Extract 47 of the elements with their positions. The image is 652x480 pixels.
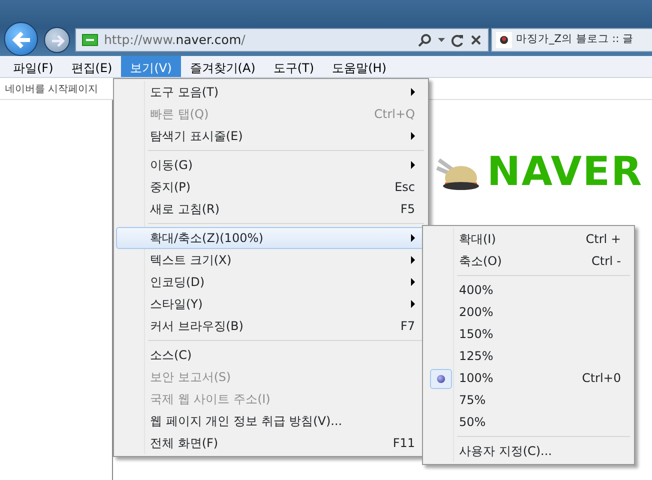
search-icon[interactable] [418, 33, 432, 47]
menu-item[interactable]: 커서 브라우징(B) F7 [116, 315, 426, 337]
menu-item[interactable]: 새로 고침(R) F5 [116, 198, 426, 220]
address-bar[interactable]: http://www.naver.com/ [75, 28, 489, 52]
menu-item[interactable]: 텍스트 크기(X) [116, 249, 426, 271]
menu-item[interactable]: 100% Ctrl+0 [425, 367, 632, 389]
menu-item[interactable]: 400% [425, 279, 632, 301]
forward-button[interactable] [44, 27, 70, 53]
submenu-arrow-icon [411, 300, 415, 308]
submenu-arrow-icon [411, 161, 415, 169]
menu-item[interactable]: 파일(F) [4, 56, 62, 77]
menu-item[interactable]: 50% [425, 411, 632, 433]
menu-item[interactable]: 확대(I) Ctrl + [425, 228, 632, 250]
favicon-icon [496, 32, 512, 48]
close-icon[interactable] [470, 34, 482, 46]
menu-item[interactable]: 200% [425, 301, 632, 323]
submenu-arrow-icon [411, 256, 415, 264]
menu-item[interactable]: 중지(P) Esc [116, 176, 426, 198]
menu-item[interactable]: 125% [425, 345, 632, 367]
menu-item[interactable]: 축소(O) Ctrl - [425, 250, 632, 272]
menu-item[interactable]: 소스(C) [116, 344, 426, 366]
naver-logo: NAVER [487, 148, 643, 197]
menu-item[interactable]: 스타일(Y) [116, 293, 426, 315]
menu-item[interactable]: 웹 페이지 개인 정보 취급 방침(V)... [116, 410, 426, 432]
menu-item[interactable]: 75% [425, 389, 632, 411]
menu-item[interactable]: 도구(T) [264, 56, 324, 77]
submenu-arrow-icon [411, 278, 415, 286]
caret-icon[interactable] [438, 38, 445, 42]
menu-item[interactable]: 이동(G) [116, 154, 426, 176]
menu-item[interactable]: 150% [425, 323, 632, 345]
menu-item[interactable]: 탐색기 표시줄(E) [116, 125, 426, 147]
page-icon [82, 34, 98, 46]
menu-item[interactable]: 편집(E) [62, 56, 122, 77]
back-button[interactable] [4, 22, 38, 56]
url-text: http://www.naver.com/ [104, 30, 246, 49]
submenu-arrow-icon [411, 132, 415, 140]
menu-item[interactable]: 즐겨찾기(A) [180, 56, 264, 77]
browser-tab[interactable]: 마징가_Z의 블로그 :: 글 [491, 28, 652, 52]
menu-item[interactable]: 사용자 지정(C)... [425, 440, 632, 462]
menu-item[interactable]: 보기(V) [121, 56, 181, 77]
menu-item[interactable]: 도구 모음(T) [116, 81, 426, 103]
refresh-icon[interactable] [451, 34, 464, 46]
submenu-arrow-icon [411, 234, 415, 242]
submenu-arrow-icon [411, 88, 415, 96]
menu-item[interactable]: 도움말(H) [323, 56, 396, 77]
menu-item[interactable]: 인코딩(D) [116, 271, 426, 293]
menu-item[interactable]: 전체 화면(F) F11 [116, 432, 426, 454]
